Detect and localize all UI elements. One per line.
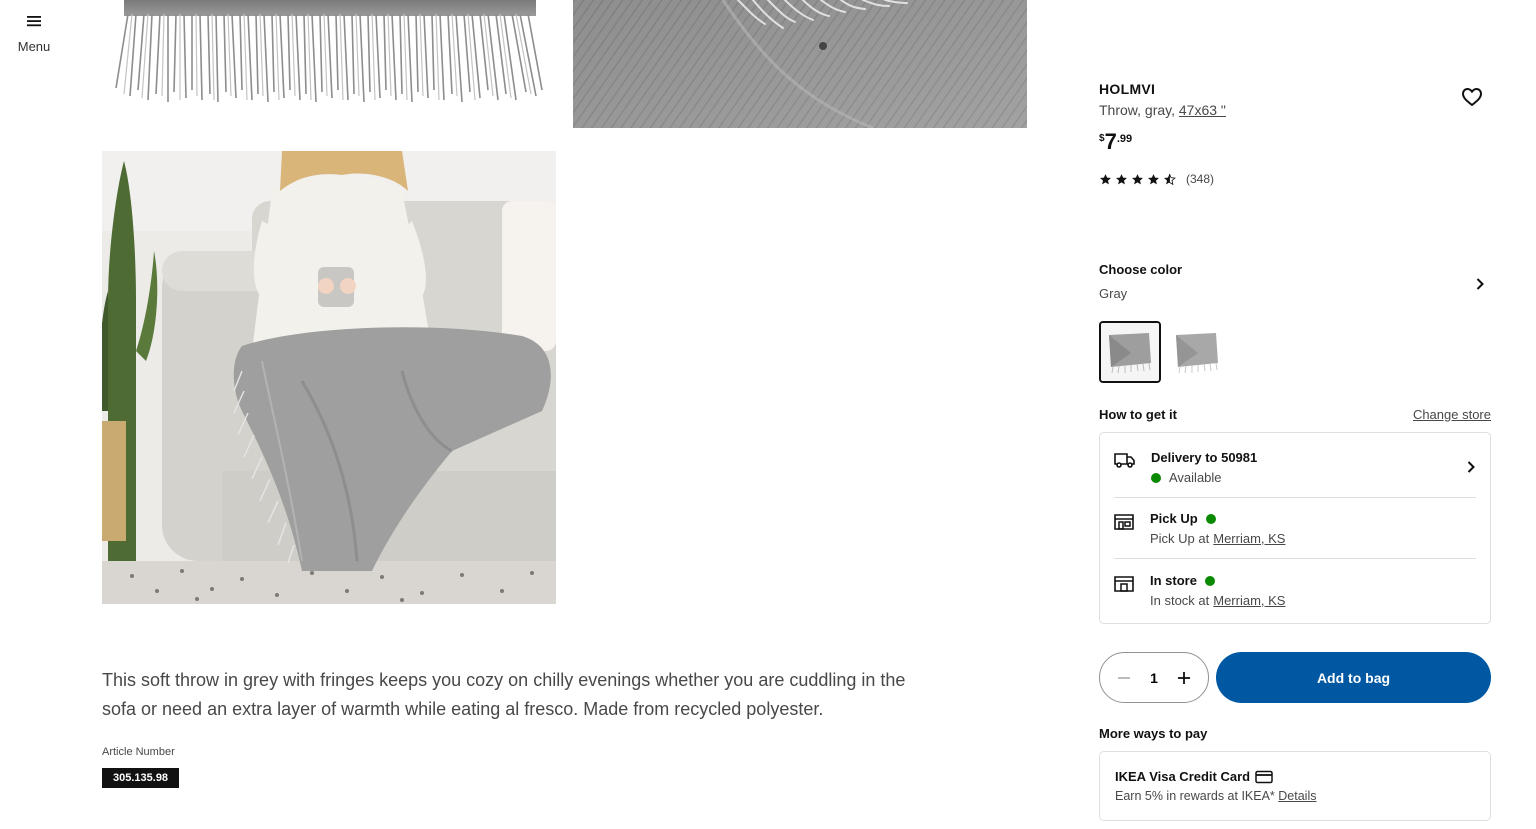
delivery-status: Available xyxy=(1151,470,1222,485)
availability-dot xyxy=(1151,472,1161,483)
delivery-title: Delivery to 50981 xyxy=(1151,450,1258,465)
article-number-label: Article Number xyxy=(102,746,175,758)
product-type: Throw, gray, 47x63 " xyxy=(1099,102,1226,118)
fringe-image-graphic xyxy=(115,0,543,103)
truck-icon xyxy=(1114,453,1135,468)
divider xyxy=(1114,558,1476,559)
star-full-icon xyxy=(1100,173,1111,184)
credit-card-details-link[interactable]: Details xyxy=(1278,789,1316,803)
change-store-link[interactable]: Change store xyxy=(1413,407,1491,422)
pickup-title-text: Pick Up xyxy=(1150,511,1198,526)
credit-card-title-text: IKEA Visa Credit Card xyxy=(1115,769,1251,784)
delivery-status-text: Available xyxy=(1169,470,1222,485)
product-info-panel: HOLMVI Throw, gray, 47x63 " $ 7 .99 (348… xyxy=(1099,0,1491,829)
product-type-text: Throw, gray, xyxy=(1099,102,1175,118)
credit-card-offer: IKEA Visa Credit Card Earn 5% in rewards… xyxy=(1099,751,1491,821)
pickup-store-icon xyxy=(1114,514,1134,530)
product-size-link[interactable]: 47x63 " xyxy=(1179,102,1226,118)
decrease-quantity-button[interactable] xyxy=(1116,670,1132,686)
minus-icon xyxy=(1118,676,1130,679)
fulfillment-options: Delivery to 50981 Available Pick Up Pick xyxy=(1099,432,1491,624)
credit-card-icon xyxy=(1255,770,1273,783)
product-name: HOLMVI xyxy=(1099,81,1156,97)
availability-dot xyxy=(1205,513,1216,524)
product-image-lifestyle[interactable] xyxy=(102,151,556,604)
swatch-gray-white-thumbnail xyxy=(1166,321,1228,383)
in-store-subtitle: In stock at Merriam, KS xyxy=(1150,593,1285,608)
delivery-option[interactable]: Delivery to 50981 Available xyxy=(1114,450,1476,494)
review-count: (348) xyxy=(1186,172,1215,186)
favorite-button[interactable] xyxy=(1461,87,1483,107)
closeup-image-graphic xyxy=(573,0,1027,128)
chevron-right-icon xyxy=(1476,278,1484,290)
rating-stars xyxy=(1099,173,1176,186)
credit-card-subtitle: Earn 5% in rewards at IKEA* Details xyxy=(1115,789,1317,803)
more-ways-to-pay-title: More ways to pay xyxy=(1099,726,1208,741)
divider xyxy=(1114,497,1476,498)
product-image-closeup[interactable] xyxy=(573,0,1027,128)
quantity-input[interactable] xyxy=(1139,669,1169,686)
plus-icon xyxy=(1178,671,1190,684)
pickup-option: Pick Up Pick Up at Merriam, KS xyxy=(1114,511,1476,555)
quantity-stepper xyxy=(1099,652,1209,703)
color-swatch-gray[interactable] xyxy=(1099,321,1161,383)
menu-button[interactable]: Menu xyxy=(14,14,54,54)
in-store-title: In store xyxy=(1150,573,1215,588)
menu-label: Menu xyxy=(17,39,51,54)
product-price: $ 7 .99 xyxy=(1099,130,1132,154)
availability-dot xyxy=(1204,575,1215,586)
pickup-subtitle: Pick Up at Merriam, KS xyxy=(1150,531,1285,546)
in-store-subtitle-text: In stock at xyxy=(1150,593,1210,608)
star-full-icon xyxy=(1148,173,1159,184)
selected-color-value: Gray xyxy=(1099,286,1128,301)
credit-card-title: IKEA Visa Credit Card xyxy=(1115,769,1273,784)
product-description: This soft throw in grey with fringes kee… xyxy=(102,670,906,719)
star-full-icon xyxy=(1132,173,1143,184)
price-integer: 7 xyxy=(1104,129,1117,154)
in-store-option: In store In stock at Merriam, KS xyxy=(1114,573,1476,617)
lifestyle-image-graphic xyxy=(102,151,556,604)
star-half-icon xyxy=(1164,173,1176,185)
choose-color-title: Choose color xyxy=(1099,262,1183,277)
hamburger-icon xyxy=(27,16,41,27)
in-store-location-link[interactable]: Merriam, KS xyxy=(1213,593,1285,608)
store-icon xyxy=(1114,576,1134,592)
add-to-bag-button[interactable]: Add to bag xyxy=(1216,652,1491,703)
pickup-subtitle-text: Pick Up at xyxy=(1150,531,1210,546)
article-number-badge: 305.135.98 xyxy=(102,768,180,788)
credit-card-subtitle-text: Earn 5% in rewards at IKEA* xyxy=(1115,789,1275,803)
heart-icon xyxy=(1462,88,1482,106)
swatch-gray-thumbnail xyxy=(1101,323,1159,381)
color-swatch-gray-white[interactable] xyxy=(1166,321,1228,383)
product-image-fringe[interactable] xyxy=(102,0,556,110)
product-rating[interactable]: (348) xyxy=(1099,172,1214,186)
star-full-icon xyxy=(1116,173,1127,184)
pickup-title: Pick Up xyxy=(1150,511,1216,526)
pickup-store-link[interactable]: Merriam, KS xyxy=(1213,531,1285,546)
price-decimal: .99 xyxy=(1116,133,1133,145)
in-store-title-text: In store xyxy=(1150,573,1197,588)
increase-quantity-button[interactable] xyxy=(1176,670,1192,686)
choose-color-button[interactable]: Choose color Gray xyxy=(1099,262,1491,306)
how-to-get-it-title: How to get it xyxy=(1099,407,1177,422)
chevron-right-icon[interactable] xyxy=(1466,460,1476,474)
